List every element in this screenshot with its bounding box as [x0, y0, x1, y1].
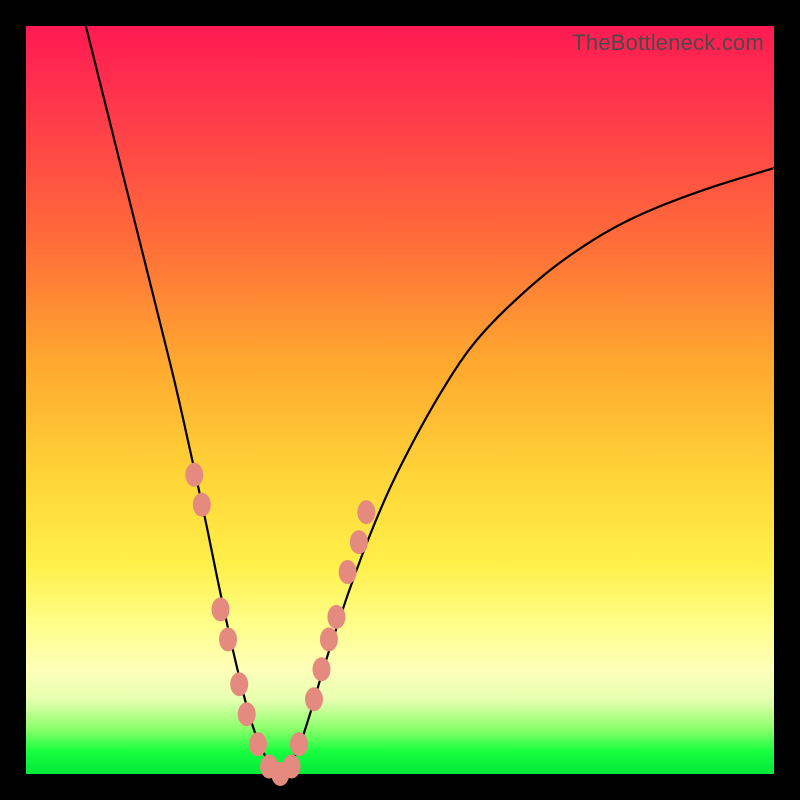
curve-marker — [185, 463, 203, 487]
curve-marker — [320, 627, 338, 651]
curve-marker — [283, 755, 301, 779]
curve-marker — [357, 500, 375, 524]
marker-group — [185, 463, 375, 786]
plot-area: TheBottleneck.com — [26, 26, 774, 774]
curve-marker — [249, 732, 267, 756]
curve-marker — [313, 657, 331, 681]
curve-marker — [350, 530, 368, 554]
chart-frame: TheBottleneck.com — [0, 0, 800, 800]
bottleneck-curve — [86, 26, 774, 770]
curve-marker — [290, 732, 308, 756]
curve-marker — [305, 687, 323, 711]
curve-marker — [327, 605, 345, 629]
curve-marker — [230, 672, 248, 696]
curve-marker — [212, 597, 230, 621]
curve-marker — [219, 627, 237, 651]
curve-marker — [238, 702, 256, 726]
curve-marker — [193, 493, 211, 517]
curve-marker — [339, 560, 357, 584]
curve-svg — [26, 26, 774, 774]
